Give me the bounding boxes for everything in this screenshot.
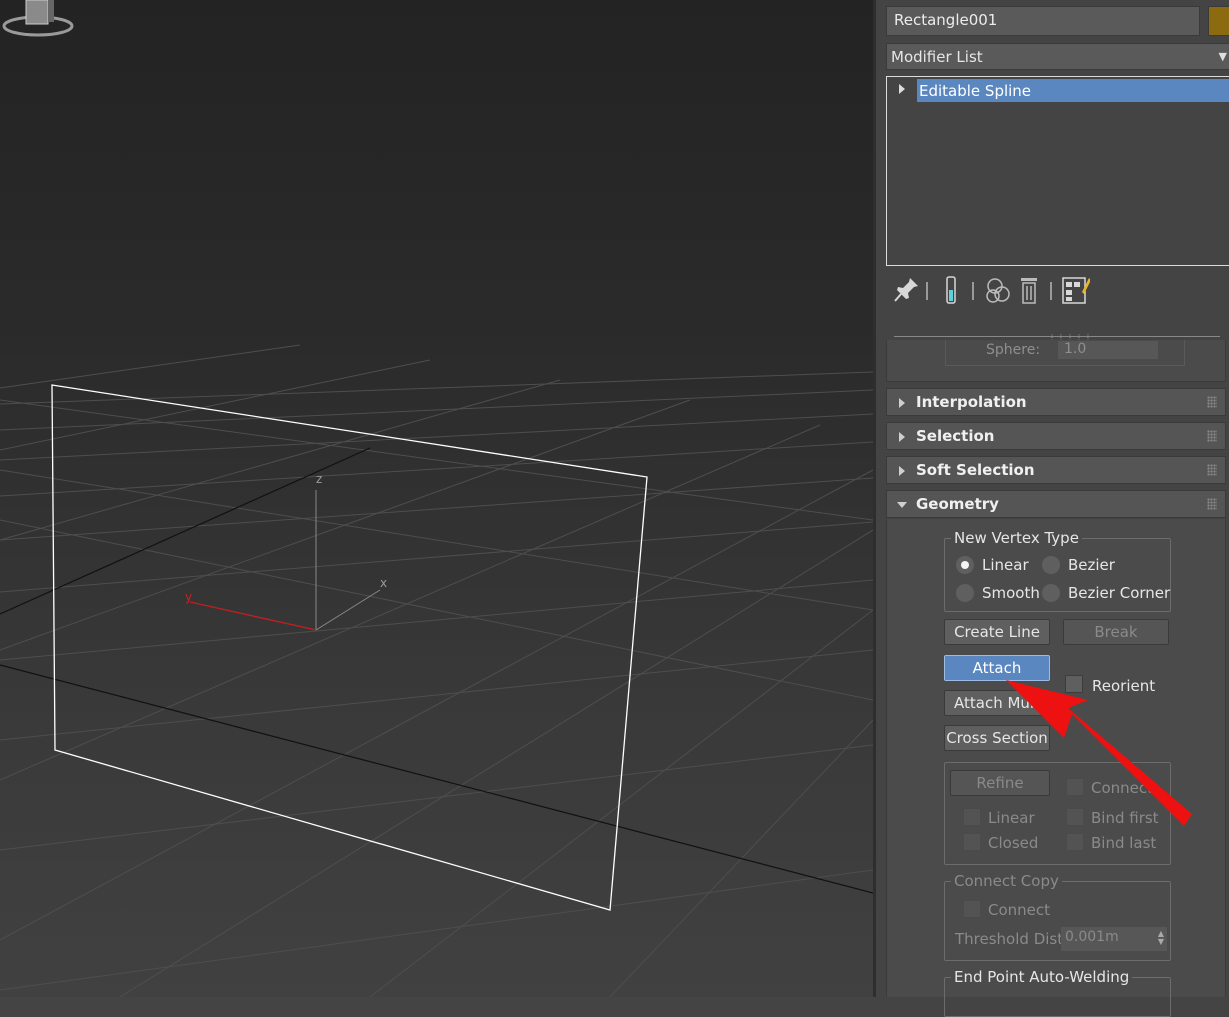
toolbar-separator [972,282,974,300]
radio-linear[interactable] [956,556,974,574]
rollout-title: Soft Selection [916,461,1035,479]
expand-arrow-icon[interactable] [899,84,905,94]
threshold-label: Threshold Dist [955,930,1064,948]
group-title: End Point Auto-Welding [951,968,1133,986]
sphere-label: Sphere: [986,342,1041,358]
drag-handle-icon[interactable] [1207,498,1217,510]
rollout-title: Interpolation [916,393,1027,411]
collapsed-arrow-icon [899,466,905,476]
break-button[interactable]: Break [1063,619,1169,645]
threshold-value: 0.001m [1065,929,1119,945]
pin-stack-icon[interactable] [892,274,922,306]
make-unique-icon[interactable] [982,274,1012,306]
command-panel: Rectangle001 Modifier List ▼ Editable Sp… [873,0,1229,1017]
linear-checkbox[interactable] [963,808,981,826]
toolbar-separator [926,282,928,300]
toolbar-separator [1050,282,1052,300]
perspective-viewport[interactable]: z x y [0,0,873,997]
radio-bezier[interactable] [1042,556,1060,574]
stack-toolbar [892,274,1132,308]
collapsed-arrow-icon [899,398,905,408]
rollout-soft-selection[interactable]: Soft Selection [886,456,1226,484]
object-color-swatch[interactable] [1208,6,1229,36]
closed-checkbox[interactable] [963,833,981,851]
radio-bezier-label: Bezier [1068,556,1115,574]
viewport-scene [0,344,873,997]
gizmo-x-label: x [380,576,388,590]
configure-modifier-sets-icon[interactable] [1060,274,1090,306]
annotation-arrow-icon [1006,680,1192,826]
modifier-list-label: Modifier List [891,48,983,66]
rollout-remnant: Sphere: 1.0 [886,340,1226,382]
rollout-geometry[interactable]: Geometry [886,490,1226,518]
rollout-selection[interactable]: Selection [886,422,1226,450]
connect-copy-label: Connect [988,901,1051,919]
rollout-title: Selection [916,427,995,445]
radio-bezier-corner-label: Bezier Corner [1068,584,1171,602]
modifier-stack[interactable]: Editable Spline [886,76,1229,266]
end-point-auto-welding-group: End Point Auto-Welding [944,968,1171,1017]
group-title: New Vertex Type [951,529,1082,547]
modifier-list-dropdown[interactable]: Modifier List ▼ [886,43,1229,70]
collapsed-arrow-icon [899,432,905,442]
gizmo-y-label: y [185,590,193,604]
drag-handle-icon[interactable] [1207,464,1217,476]
radio-smooth[interactable] [956,584,974,602]
stack-item-editable-spline[interactable]: Editable Spline [917,79,1229,102]
gizmo-z-label: z [316,472,323,486]
radio-linear-label: Linear [982,556,1029,574]
transform-gizmo [189,490,381,631]
spinner-arrows-icon[interactable]: ▲ ▼ [1158,930,1164,946]
expanded-arrow-icon [897,502,907,508]
show-end-result-icon[interactable] [936,274,966,306]
rollout-interpolation[interactable]: Interpolation [886,388,1226,416]
radio-bezier-corner[interactable] [1042,584,1060,602]
remove-modifier-icon[interactable] [1014,274,1044,306]
drag-handle-icon[interactable] [1207,430,1217,442]
connect-copy-group: Connect Copy Connect Threshold Dist 0.00… [944,872,1171,961]
threshold-spinner[interactable]: 0.001m ▲ ▼ [1061,927,1167,951]
create-line-button[interactable]: Create Line [944,619,1050,645]
viewcube-icon[interactable] [0,0,76,42]
dropdown-arrow-icon: ▼ [1218,50,1227,63]
grid-axis-line [0,664,873,894]
object-name-field[interactable]: Rectangle001 [886,6,1200,36]
rollout-title: Geometry [916,495,999,513]
connect-copy-checkbox[interactable] [963,900,981,918]
drag-handle-icon[interactable] [1207,396,1217,408]
group-title: Connect Copy [951,872,1062,890]
sphere-spinner[interactable]: 1.0 [1058,341,1158,359]
sphere-row: Sphere: 1.0 [945,340,1185,366]
home-grid [0,344,873,997]
radio-smooth-label: Smooth [982,584,1040,602]
new-vertex-type-group: New Vertex Type Linear Bezier Smooth Bez… [944,529,1171,612]
